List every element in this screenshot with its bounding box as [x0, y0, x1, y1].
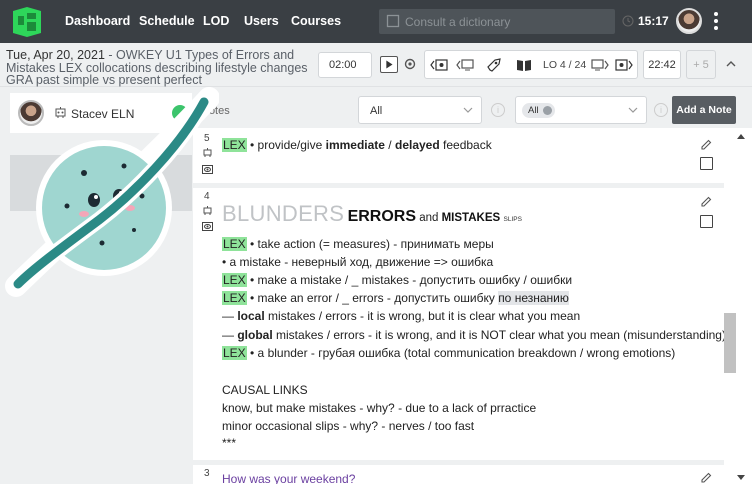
note-number: 4	[204, 191, 210, 202]
clock-icon	[622, 15, 634, 27]
student-name: Stacev ELN	[71, 107, 135, 121]
eye-icon[interactable]	[202, 221, 213, 232]
note-line: ***	[222, 436, 237, 450]
timer-input[interactable]: 02:00	[318, 52, 372, 78]
note-line: CAUSAL LINKS	[222, 383, 308, 397]
note-line: minor occasional slips - why? - nerves /…	[222, 419, 475, 433]
chevron-down-icon	[463, 107, 473, 113]
play-button[interactable]	[380, 56, 398, 73]
chevron-up-icon[interactable]	[725, 59, 737, 69]
note-line: LEX • make an error / _ errors - допусти…	[222, 291, 569, 305]
chip-remove-icon[interactable]	[542, 106, 552, 115]
notes-filter-bar: Notes All i All i Add a Note	[193, 92, 752, 128]
info-icon[interactable]: i	[654, 103, 668, 117]
edit-pencil-icon[interactable]	[700, 472, 712, 484]
note-line: — global mistakes / errors - it is wrong…	[222, 328, 724, 342]
note-text: How was your weekend?	[222, 472, 356, 484]
note-checkbox[interactable]	[700, 157, 713, 170]
nav-lod[interactable]: LOD	[203, 14, 229, 28]
note-number: 5	[204, 133, 210, 144]
note-text: LEX • provide/give immediate / delayed f…	[222, 138, 492, 152]
note-line: — local mistakes / errors - it is wrong,…	[222, 309, 581, 323]
note-line: • a mistake - неверный ход, движение => …	[222, 255, 494, 269]
note-number: 3	[204, 468, 210, 479]
scroll-down-arrow[interactable]	[737, 475, 745, 480]
notes-scrollbar[interactable]	[724, 128, 752, 484]
notes-list: 5 LEX • provide/give immediate / delayed…	[193, 128, 724, 484]
info-icon[interactable]: i	[491, 103, 505, 117]
note-line: know, but make mistakes - why? - due to …	[222, 401, 537, 415]
note-line: LEX • take action (= measures) - принима…	[222, 237, 494, 251]
dictionary-icon	[386, 14, 400, 28]
lesson-bar: Tue, Apr 20, 2021 - OWKEY U1 Types of Er…	[0, 43, 752, 87]
robot-icon	[203, 148, 212, 157]
student-avatar	[18, 100, 44, 126]
gear-icon[interactable]	[403, 57, 417, 71]
edit-pencil-icon[interactable]	[700, 139, 712, 151]
note-divider	[193, 183, 724, 188]
note-line: LEX • make a mistake / _ mistakes - допу…	[222, 273, 573, 287]
lesson-tools: LO 4 / 24	[424, 50, 638, 79]
book-icon[interactable]	[515, 58, 533, 72]
user-avatar[interactable]	[676, 8, 702, 34]
add-note-button[interactable]: Add a Note	[672, 96, 736, 124]
dictionary-search[interactable]: Consult a dictionary	[379, 9, 615, 34]
nav-dashboard[interactable]: Dashboard	[65, 14, 130, 28]
edit-pencil-icon[interactable]	[700, 196, 712, 208]
robot-icon	[203, 206, 212, 215]
student-card[interactable]: Stacev ELN	[10, 93, 192, 133]
note-checkbox[interactable]	[700, 215, 713, 228]
note-heading: BLUNDERS ERRORS and MISTAKES SLIPS	[222, 201, 522, 226]
scrollbar-thumb[interactable]	[724, 313, 736, 373]
nav-courses[interactable]: Courses	[291, 14, 341, 28]
prev-slide-icon[interactable]	[430, 58, 448, 72]
current-time: 15:17	[638, 14, 669, 28]
chevron-down-icon	[628, 107, 638, 113]
online-status-badge	[172, 105, 188, 121]
more-menu-icon[interactable]	[712, 12, 720, 32]
end-time: 22:42	[643, 50, 681, 79]
learning-objective-counter: LO 4 / 24	[543, 59, 587, 71]
next-slide-icon[interactable]	[615, 58, 633, 72]
student-placeholder-card	[10, 155, 192, 211]
app-logo[interactable]	[10, 5, 44, 38]
next-screen-icon[interactable]	[591, 58, 609, 72]
nav-schedule[interactable]: Schedule	[139, 14, 195, 28]
notes-tag-select[interactable]: All	[515, 96, 647, 124]
tag-chip-label: All	[528, 105, 539, 116]
note-line: LEX • a blunder - грубая ошибка (total c…	[222, 346, 676, 360]
prev-screen-icon[interactable]	[456, 58, 474, 72]
notes-label: Notes	[201, 105, 230, 117]
tag-chip: All	[522, 103, 555, 118]
search-placeholder: Consult a dictionary	[405, 15, 511, 29]
lesson-title: Tue, Apr 20, 2021 - OWKEY U1 Types of Er…	[6, 49, 311, 87]
rocket-icon[interactable]	[485, 58, 503, 72]
scroll-up-arrow[interactable]	[737, 134, 745, 139]
notes-type-value: All	[370, 105, 383, 117]
top-navbar: Dashboard Schedule LOD Users Courses Con…	[0, 0, 752, 43]
robot-icon	[55, 107, 66, 118]
notes-type-select[interactable]: All	[358, 96, 482, 124]
nav-users[interactable]: Users	[244, 14, 279, 28]
eye-icon[interactable]	[202, 164, 213, 175]
add-five-minutes-button[interactable]: + 5	[686, 50, 716, 79]
note-divider	[193, 460, 724, 465]
